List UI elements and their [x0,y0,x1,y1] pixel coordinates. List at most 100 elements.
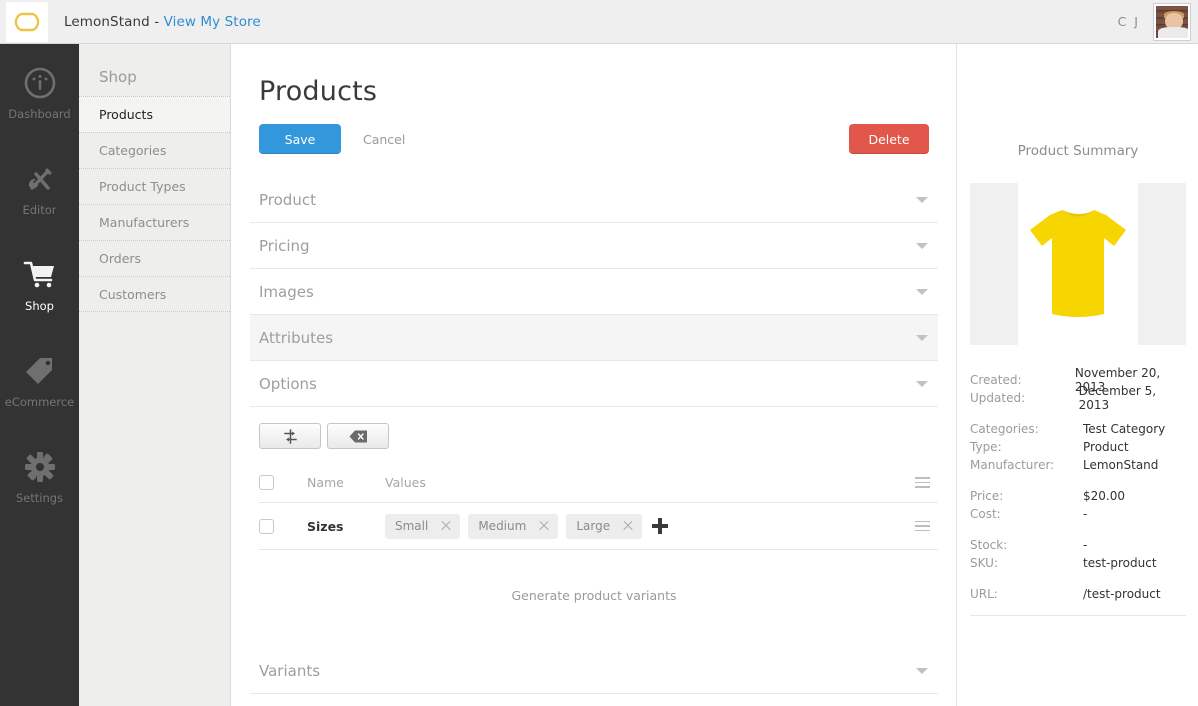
rail-item-ecommerce[interactable]: eCommerce [0,332,79,428]
yellow-tshirt-image [1024,202,1132,326]
tag-icon [21,352,59,390]
chevron-down-icon [916,334,928,341]
sidebar-item-customers[interactable]: Customers [79,276,230,312]
accordion-options[interactable]: Options [250,361,938,407]
summary-value: December 5, 2013 [1078,384,1157,412]
summary-value: /test-product [1083,587,1161,601]
summary-details: Created: November 20, 2013 Updated: Dece… [970,345,1186,616]
accordion-product[interactable]: Product [250,177,938,223]
accordion-sections: Product Pricing Images Attributes Option… [250,177,938,407]
product-image [970,183,1186,345]
summary-value: - [1083,538,1088,552]
column-header-values: Values [385,475,426,490]
gear-icon [21,448,59,486]
main-content: Products Save Cancel Delete Product Pric… [232,44,957,706]
accordion-label-attributes: Attributes [259,328,334,347]
rail-item-shop[interactable]: Shop [0,236,79,332]
shopping-cart-icon [21,256,59,294]
rail-item-settings[interactable]: Settings [0,428,79,524]
summary-key: SKU: [970,556,998,570]
cancel-button[interactable]: Cancel [363,132,405,147]
summary-row-price: Price: $20.00 [970,487,1186,505]
summary-row-manufacturer: Manufacturer: LemonStand [970,456,1186,474]
rail-label-shop: Shop [25,298,54,313]
select-all-checkbox[interactable] [259,475,274,490]
select-all-cell [259,475,307,490]
value-tag-medium[interactable]: Medium [468,513,559,539]
view-my-store-link[interactable]: View My Store [164,14,261,30]
gauge-icon [21,64,59,102]
close-icon[interactable] [538,520,550,532]
summary-value: $20.00 [1083,489,1125,503]
accordion-images[interactable]: Images [250,269,938,315]
chevron-down-icon [916,242,928,249]
accordion-variants[interactable]: Variants [250,648,938,694]
summary-row-cost: Cost: - [970,505,1186,523]
summary-key: URL: [970,587,998,601]
value-tag-large[interactable]: Large [566,513,643,539]
column-header-name: Name [307,475,344,490]
accordion-label-variants: Variants [259,661,321,680]
save-button[interactable]: Save [259,124,341,154]
summary-key: Type: [970,440,1002,454]
attribute-table-toolbar [250,407,938,449]
sidebar-item-product-types[interactable]: Product Types [79,168,230,204]
hamburger-icon[interactable] [915,477,930,488]
attributes-table: Name Values Sizes Small Medium Large [250,463,938,549]
summary-key: Cost: [970,507,1001,521]
summary-row-url: URL: /test-product [970,585,1186,603]
chevron-down-icon [916,380,928,387]
value-tag-label: Large [576,519,611,533]
sidebar-item-manufacturers[interactable]: Manufacturers [79,204,230,240]
rail-item-editor[interactable]: Editor [0,140,79,236]
close-icon[interactable] [440,520,452,532]
summary-key: Price: [970,489,1004,503]
top-bar: LemonStand - View My Store C J [0,0,1198,44]
accordion-label-options: Options [259,374,317,393]
rail-label-editor: Editor [22,202,57,217]
summary-value: - [1083,507,1088,521]
chevron-down-icon [916,288,928,295]
topbar-user-area: C J [1117,3,1198,40]
row-select-cell [259,518,307,534]
app-logo[interactable] [6,2,48,42]
summary-value: Product [1083,440,1129,454]
delete-attribute-button[interactable] [327,423,389,449]
summary-key: Manufacturer: [970,458,1055,472]
plus-icon[interactable] [652,518,669,534]
hamburger-icon[interactable] [915,520,930,532]
generate-variants-link[interactable]: Generate product variants [250,550,938,603]
sidebar-item-products[interactable]: Products [79,96,230,132]
value-tag-label: Small [395,519,429,533]
row-checkbox[interactable] [259,518,274,534]
chevron-down-icon [916,196,928,203]
sidebar-item-orders[interactable]: Orders [79,240,230,276]
rail-item-dashboard[interactable]: Dashboard [0,44,79,140]
brand-name: LemonStand - [64,13,164,30]
table-row: Sizes Small Medium Large [259,503,938,549]
close-icon[interactable] [622,520,634,532]
primary-nav-rail: Dashboard Editor Shop eCommerce Settings [0,44,79,706]
rail-label-settings: Settings [15,490,64,505]
summary-value: Test Category [1083,422,1166,436]
lemon-outline-icon [14,11,40,33]
avatar[interactable] [1154,3,1190,40]
accordion-sections-bottom: Variants [250,648,938,694]
summary-key: Created: [970,373,1022,387]
add-attribute-button[interactable] [259,423,321,449]
page-title: Products [259,76,378,107]
summary-key: Updated: [970,391,1026,405]
delete-button[interactable]: Delete [849,124,929,154]
summary-row-sku: SKU: test-product [970,554,1186,572]
summary-row-categories: Categories: Test Category [970,420,1186,438]
user-initials: C J [1117,14,1140,29]
summary-divider [970,615,1186,616]
accordion-attributes[interactable]: Attributes [250,315,938,361]
value-tag-small[interactable]: Small [385,513,461,539]
summary-row-type: Type: Product [970,438,1186,456]
accordion-pricing[interactable]: Pricing [250,223,938,269]
summary-title: Product Summary [1017,143,1139,159]
sidebar-item-categories[interactable]: Categories [79,132,230,168]
attribute-name: Sizes [307,518,344,534]
